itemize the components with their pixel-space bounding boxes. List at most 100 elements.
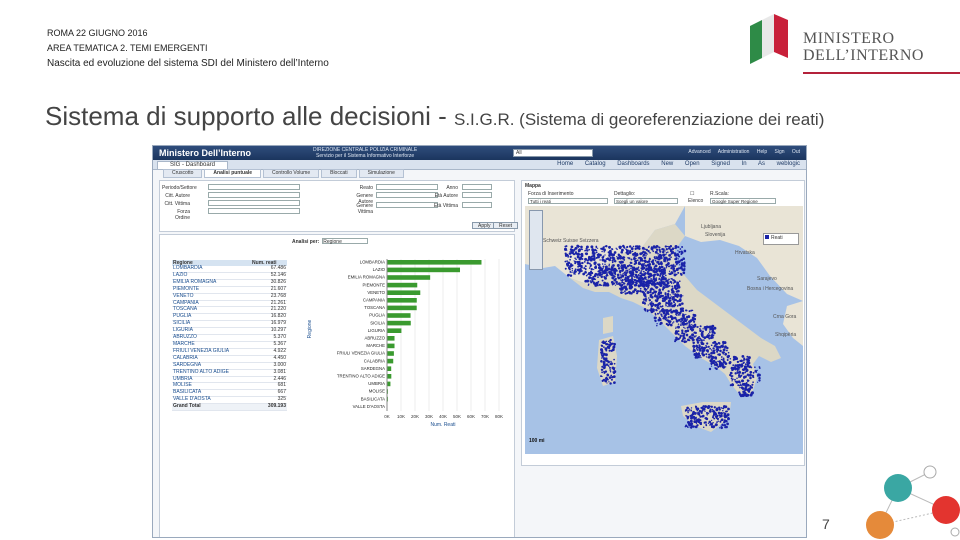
bar[interactable]	[387, 305, 417, 311]
bar[interactable]	[387, 282, 418, 288]
bar[interactable]	[387, 313, 411, 318]
filter-select[interactable]	[208, 184, 300, 190]
menu-user[interactable]: Signed In As weblogic	[711, 161, 800, 167]
bar[interactable]	[387, 275, 431, 280]
filter-select[interactable]	[376, 192, 438, 198]
crime-map[interactable]: Schweiz Suisse Svizzera Ljubljana Sloven…	[525, 206, 803, 454]
crime-dot	[642, 247, 645, 250]
table-row: VENETO 23.768	[172, 293, 287, 301]
menu-new[interactable]: New	[661, 161, 673, 167]
category-label: SARDEGNA	[361, 366, 385, 371]
crime-dot	[592, 256, 596, 260]
bar[interactable]	[387, 351, 394, 356]
crime-dot	[672, 248, 674, 251]
crime-dot	[623, 256, 625, 258]
crime-dot	[653, 316, 657, 320]
filter-select[interactable]	[462, 192, 492, 198]
crime-dot	[624, 292, 627, 295]
link-signout[interactable]: Sign Out	[775, 149, 800, 155]
crime-dot	[618, 260, 621, 263]
filter-select[interactable]	[208, 192, 300, 198]
search-input[interactable]: All	[513, 149, 593, 157]
crime-dot	[685, 322, 688, 325]
crime-dot	[610, 267, 613, 270]
menu-home[interactable]: Home	[557, 161, 573, 167]
reset-button[interactable]: Reset	[493, 222, 519, 229]
crime-dot	[680, 299, 682, 302]
crime-dot	[690, 424, 693, 427]
crime-dot	[682, 271, 686, 275]
crime-dot	[714, 349, 716, 352]
bar[interactable]	[387, 374, 392, 379]
analysis-select[interactable]: Regione	[322, 238, 369, 245]
region-cell[interactable]: VENETO	[172, 293, 252, 301]
filter-select[interactable]	[376, 202, 438, 208]
bar[interactable]	[387, 320, 411, 326]
tab-simulazione[interactable]: Simulazione	[358, 169, 404, 178]
map-checkbox[interactable]: ☐	[690, 191, 694, 197]
crime-dot	[725, 420, 728, 423]
crime-dot	[609, 341, 612, 344]
crime-dot	[647, 304, 649, 306]
crime-dot	[648, 275, 651, 278]
filter-select[interactable]	[462, 184, 492, 190]
crime-dot	[745, 368, 749, 372]
filter-select[interactable]	[462, 202, 492, 208]
crime-dot	[708, 353, 711, 356]
tab-analisi-puntuale[interactable]: Analisi puntuale	[204, 169, 262, 178]
bar[interactable]	[387, 298, 417, 303]
crime-dot	[699, 329, 702, 332]
crime-dot	[655, 277, 658, 279]
crime-dot	[732, 378, 734, 380]
bar[interactable]	[387, 328, 402, 333]
filter-select[interactable]	[376, 184, 438, 190]
tab-bloccati[interactable]: Bloccati	[321, 169, 357, 178]
tab-controllo-volume[interactable]: Controllo Volume	[263, 169, 320, 178]
crime-dot	[674, 253, 678, 257]
menu-catalog[interactable]: Catalog	[585, 161, 606, 167]
menu-open[interactable]: Open	[685, 161, 700, 167]
crime-dot	[748, 387, 751, 390]
crime-dot	[628, 286, 632, 289]
crime-dot	[720, 407, 723, 409]
map-filter2-select[interactable]: Scegli un valore	[614, 198, 678, 204]
bar[interactable]	[387, 343, 395, 349]
crime-dot	[747, 358, 750, 362]
crime-dot	[630, 283, 633, 286]
crime-dot	[601, 371, 603, 374]
filter-select[interactable]	[208, 200, 300, 206]
link-administration[interactable]: Administration	[718, 149, 750, 155]
crime-dot	[584, 257, 588, 261]
crime-dot	[591, 253, 593, 255]
map-filter1-select[interactable]: Tutti i reati	[528, 198, 608, 204]
crime-dot	[671, 285, 674, 288]
link-advanced[interactable]: Advanced	[688, 149, 710, 155]
crime-dot	[689, 320, 692, 322]
crime-dot	[717, 420, 720, 422]
filter-select[interactable]	[208, 208, 300, 214]
bar[interactable]	[387, 267, 461, 273]
link-help[interactable]: Help	[757, 149, 767, 155]
tab-cruscotto[interactable]: Cruscotto	[163, 169, 203, 178]
crime-dot	[645, 255, 647, 257]
bar[interactable]	[387, 366, 392, 371]
crime-dot	[713, 363, 716, 366]
crime-dot	[612, 371, 616, 375]
bar[interactable]	[387, 260, 482, 265]
region-cell[interactable]: TRENTINO ALTO ADIGE	[172, 369, 252, 377]
bar[interactable]	[387, 358, 394, 364]
bar[interactable]	[387, 381, 391, 387]
bar[interactable]	[387, 336, 395, 341]
menu-dashboards[interactable]: Dashboards	[617, 161, 649, 167]
crime-dot	[677, 289, 680, 293]
crime-dot	[584, 265, 587, 268]
bar[interactable]	[387, 290, 421, 295]
map-zoom-control[interactable]	[529, 210, 543, 270]
title-main: Sistema di supporto alle decisioni -	[45, 101, 454, 131]
map-filter4-select[interactable]: Google Super Regione	[710, 198, 776, 204]
crime-dot	[586, 261, 590, 265]
crime-dot	[723, 365, 725, 367]
crime-dot	[621, 251, 623, 254]
crime-dot	[702, 426, 705, 429]
crime-dot	[691, 324, 693, 326]
